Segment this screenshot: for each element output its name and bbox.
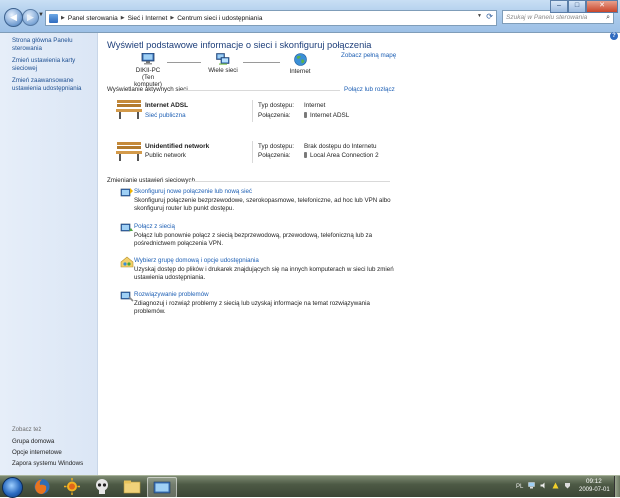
connection-link[interactable]: Internet ADSL	[304, 112, 349, 119]
advanced-sharing-settings-link[interactable]: Zmień zaawansowane ustawienia udostępnia…	[12, 77, 92, 92]
network-adapter-icon	[304, 112, 307, 119]
title-bar: ◀ ▶ ▼ ▶ Panel sterowania ▶ Sieć i Intern…	[0, 0, 620, 33]
network-center-window-icon[interactable]	[147, 477, 177, 498]
active-networks-heading: Wyświetlanie aktywnych sieci	[107, 86, 188, 93]
task-troubleshoot-link[interactable]: Rozwiązywanie problemów	[134, 291, 209, 298]
network-name: Unidentified network	[145, 143, 210, 150]
section-divider	[190, 181, 390, 182]
control-panel-home-link[interactable]: Strona główna Panelu sterowania	[12, 37, 92, 52]
map-connection-line	[243, 62, 280, 63]
map-node-multiple-networks[interactable]: Wiele sieci	[205, 53, 241, 74]
homegroup-icon	[120, 256, 134, 268]
breadcrumb-item[interactable]: Sieć i Internet	[128, 15, 168, 22]
start-button[interactable]	[2, 477, 23, 498]
globe-icon	[293, 53, 307, 66]
back-button[interactable]: ◀	[4, 8, 23, 27]
connect-disconnect-link[interactable]: Połącz lub rozłącz	[344, 86, 395, 93]
clock-time[interactable]: 09:12	[586, 478, 602, 485]
multiple-networks-icon	[216, 53, 230, 65]
address-bar[interactable]: ▶ Panel sterowania ▶ Sieć i Internet ▶ C…	[45, 10, 497, 26]
left-navigation-pane	[0, 33, 98, 475]
change-adapter-settings-link[interactable]: Zmień ustawienia karty sieciowej	[12, 57, 92, 72]
refresh-icon[interactable]: ⟳	[486, 12, 493, 21]
breadcrumb-chevron-icon[interactable]: ▶	[170, 15, 174, 21]
task-description: Skonfiguruj połączenie bezprzewodowe, sz…	[134, 197, 391, 212]
tray-network-icon[interactable]	[528, 482, 535, 489]
computer-icon	[141, 52, 155, 65]
internet-options-link[interactable]: Opcje internetowe	[12, 449, 62, 456]
public-network-bench-icon	[116, 142, 142, 161]
explorer-folder-icon[interactable]	[120, 477, 144, 496]
tray-notification-icon[interactable]	[552, 482, 559, 489]
new-connection-icon	[120, 188, 133, 197]
map-node-label: Wiele sieci	[208, 67, 238, 74]
clock-date[interactable]: 2009-07-01	[579, 487, 610, 493]
network-location-link[interactable]: Sieć publiczna	[145, 112, 186, 119]
breadcrumb-item[interactable]: Panel sterowania	[68, 15, 118, 22]
minimize-button[interactable]: –	[550, 0, 568, 13]
skull-app-icon[interactable]	[90, 477, 114, 496]
tray-volume-icon[interactable]	[540, 482, 547, 489]
access-type-label: Typ dostępu:	[258, 102, 295, 109]
sun-app-icon[interactable]	[60, 477, 84, 496]
column-divider	[252, 141, 253, 163]
breadcrumb-chevron-icon[interactable]: ▶	[121, 15, 125, 21]
search-icon[interactable]: ⌕	[606, 11, 610, 25]
language-indicator[interactable]: PL	[516, 484, 523, 490]
network-location-text: Public network	[145, 152, 186, 159]
breadcrumb-item[interactable]: Centrum sieci i udostępniania	[177, 15, 262, 22]
troubleshoot-icon	[120, 291, 134, 302]
see-also-heading: Zobacz też	[12, 427, 42, 433]
map-node-internet[interactable]: Internet	[282, 53, 318, 75]
search-placeholder: Szukaj w Panelu sterowania	[506, 14, 588, 21]
task-homegroup-link[interactable]: Wybierz grupę domową i opcje udostępnian…	[134, 257, 259, 264]
connection-name[interactable]: Internet ADSL	[310, 112, 349, 119]
control-panel-icon	[49, 13, 58, 23]
show-desktop-button[interactable]	[614, 476, 620, 497]
windows-firewall-link[interactable]: Zapora systemu Windows	[12, 460, 83, 467]
map-connection-line	[167, 62, 201, 63]
section-divider	[180, 90, 340, 91]
connections-label: Połączenia:	[258, 152, 291, 159]
close-button[interactable]: ✕	[586, 0, 618, 13]
access-type-value: Brak dostępu do Internetu	[304, 143, 377, 150]
connect-network-icon	[120, 223, 133, 232]
task-description: Uzyskaj dostęp do plików i drukarek znaj…	[134, 266, 394, 281]
task-setup-connection-link[interactable]: Skonfiguruj nowe połączenie lub nową sie…	[134, 188, 252, 195]
map-node-label: DIKII-PC	[135, 67, 161, 74]
access-type-value: Internet	[304, 102, 326, 109]
maximize-button[interactable]: □	[568, 0, 586, 13]
task-description: Zdiagnozuj i rozwiąż problemy z siecią l…	[134, 300, 370, 315]
firefox-icon[interactable]	[30, 477, 54, 496]
network-name: Internet ADSL	[145, 102, 189, 109]
task-connect-network-link[interactable]: Połącz z siecią	[134, 223, 175, 230]
column-divider	[252, 100, 253, 122]
connection-link[interactable]: Local Area Connection 2	[304, 152, 379, 159]
homegroup-link[interactable]: Grupa domowa	[12, 438, 54, 445]
help-icon[interactable]: ?	[610, 32, 618, 40]
forward-button[interactable]: ▶	[22, 9, 39, 26]
page-title: Wyświetl podstawowe informacje o sieci i…	[107, 40, 372, 50]
see-full-map-link[interactable]: Zobacz pełną mapę	[341, 52, 396, 59]
task-description: Połącz lub ponownie połącz z siecią bezp…	[134, 232, 373, 247]
public-network-bench-icon[interactable]	[116, 99, 142, 119]
address-dropdown-icon[interactable]: ▼	[477, 13, 482, 19]
taskbar: PL 09:12 2009-07-01	[0, 475, 620, 498]
connections-label: Połączenia:	[258, 112, 291, 119]
recent-pages-dropdown[interactable]: ▼	[38, 12, 44, 18]
access-type-label: Typ dostępu:	[258, 143, 295, 150]
window-controls: – □ ✕	[550, 0, 618, 13]
change-settings-heading: Zmienianie ustawień sieciowych	[107, 177, 196, 184]
tray-action-center-icon[interactable]	[564, 482, 571, 489]
map-node-this-computer[interactable]: DIKII-PC (Ten komputer)	[130, 52, 166, 88]
breadcrumb-chevron-icon[interactable]: ▶	[61, 15, 65, 21]
network-adapter-icon	[304, 152, 307, 159]
connection-name[interactable]: Local Area Connection 2	[310, 152, 379, 159]
map-node-label: Internet	[289, 68, 311, 75]
